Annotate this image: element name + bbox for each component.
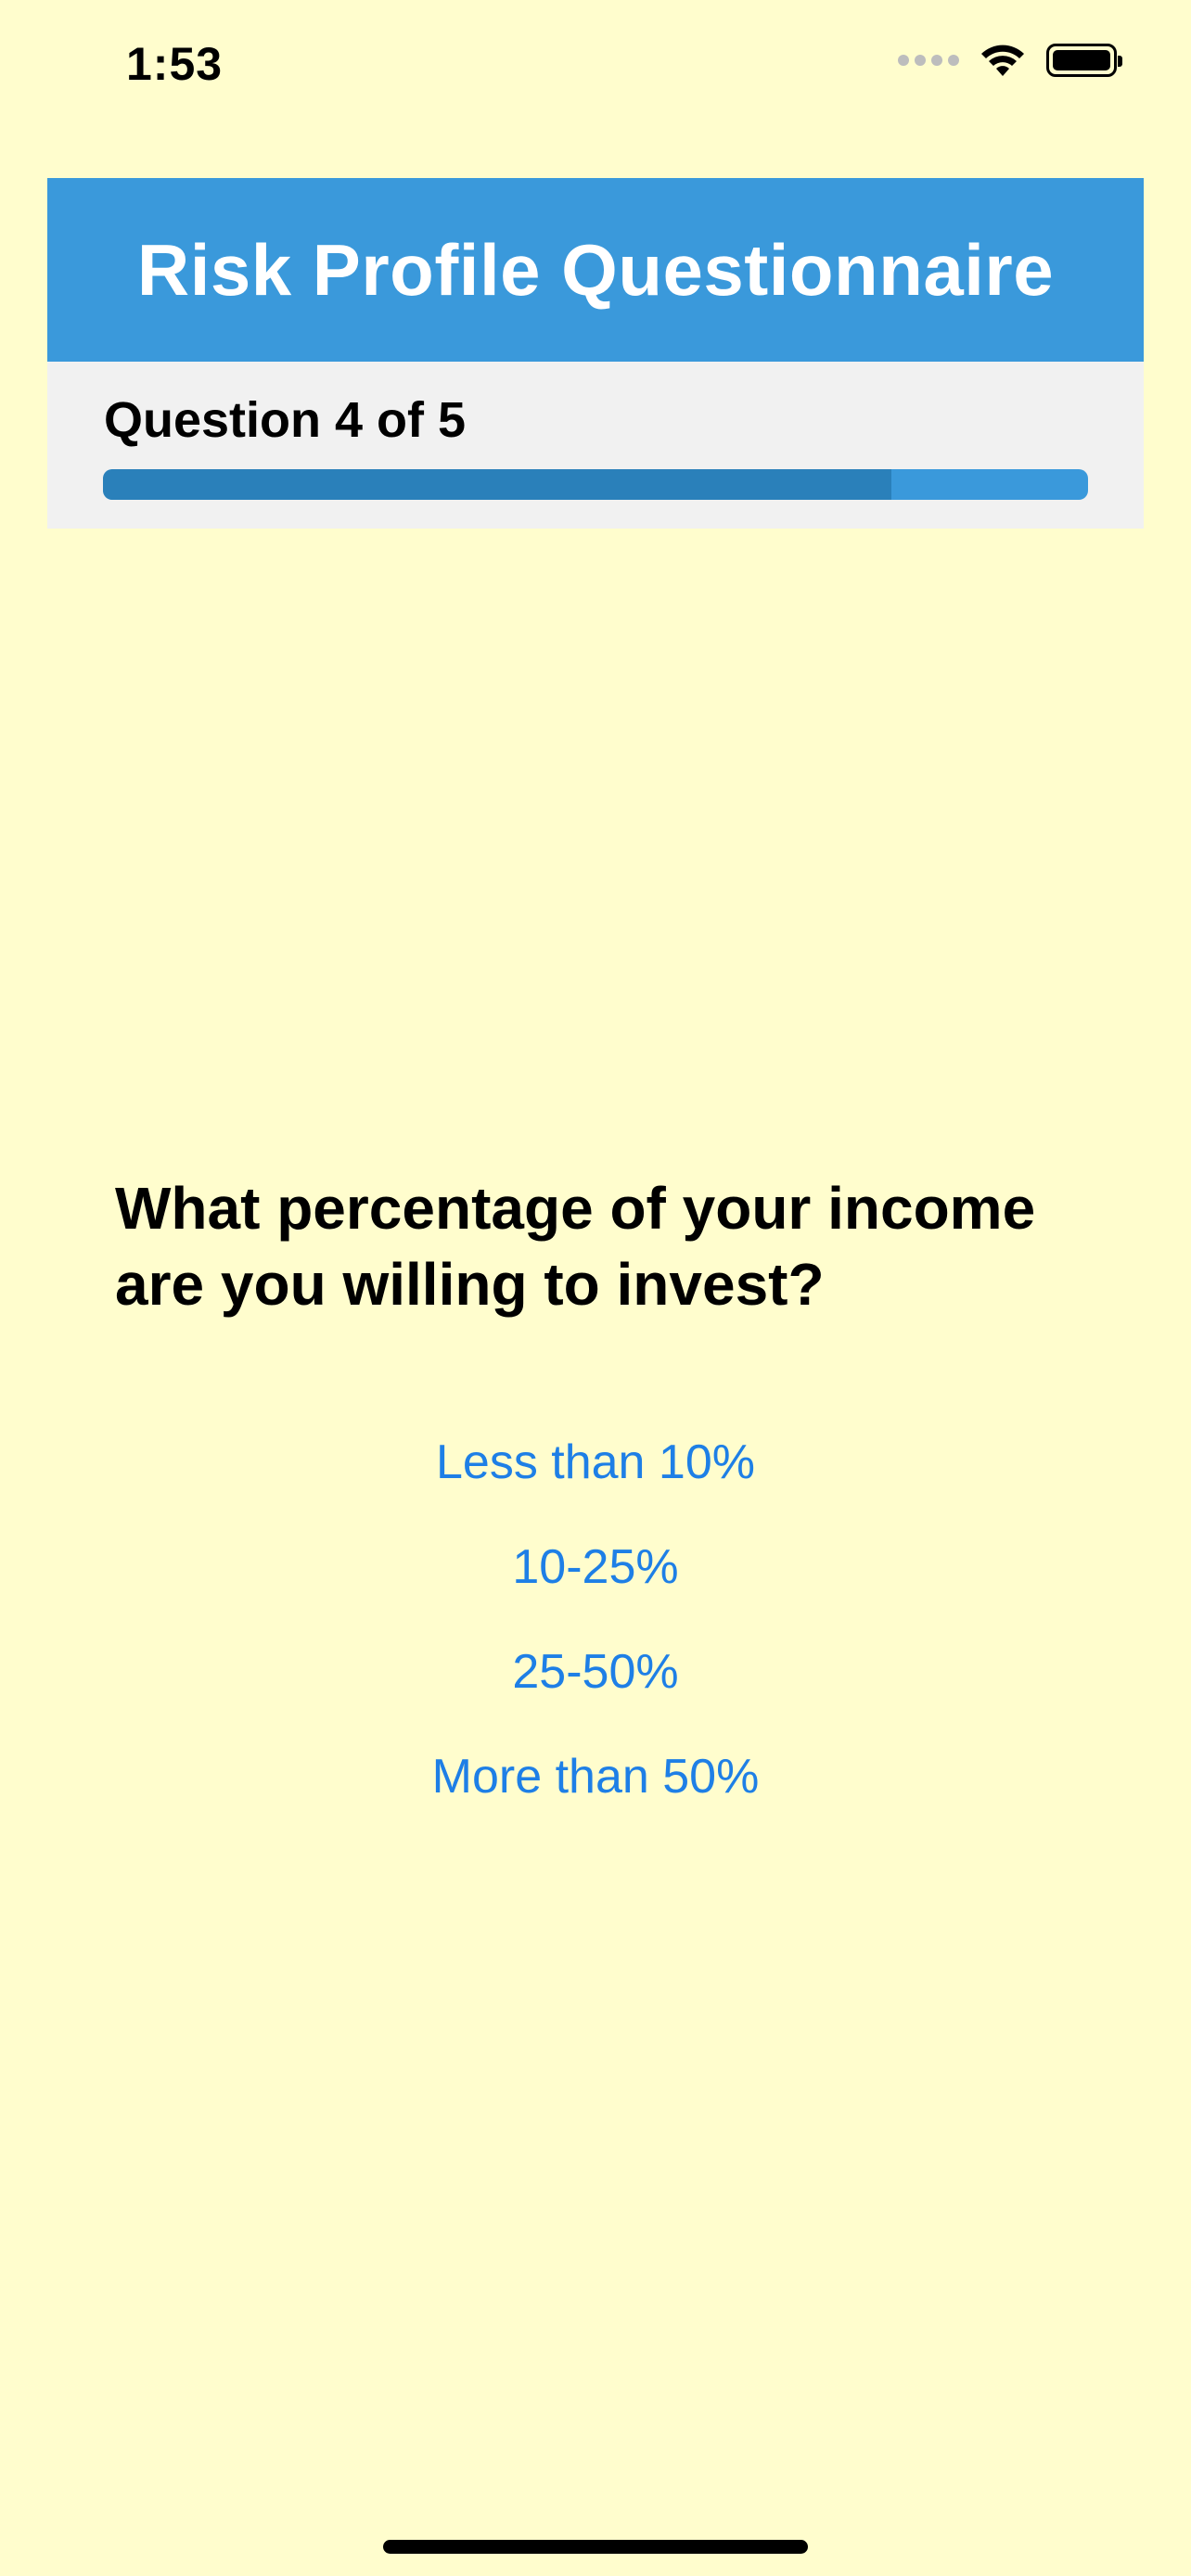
option-button-10-25[interactable]: 10-25%	[512, 1514, 678, 1619]
answer-options: Less than 10% 10-25% 25-50% More than 50…	[0, 1409, 1191, 1829]
status-bar: 1:53	[0, 0, 1191, 139]
progress-section: Question 4 of 5	[47, 362, 1144, 529]
question-text: What percentage of your income are you w…	[115, 1175, 1036, 1318]
home-indicator[interactable]	[383, 2540, 808, 2554]
page-title: Risk Profile Questionnaire	[136, 228, 1055, 311]
header-bar: Risk Profile Questionnaire	[47, 178, 1144, 362]
battery-icon	[1046, 44, 1122, 77]
progress-label: Question 4 of 5	[104, 392, 467, 448]
wifi-icon	[981, 45, 1024, 76]
cellular-signal-icon	[898, 55, 959, 66]
option-button-more-than-50[interactable]: More than 50%	[432, 1724, 760, 1829]
status-icons	[898, 43, 1122, 78]
progress-bar	[103, 469, 1088, 500]
status-time: 1:53	[126, 38, 224, 90]
progress-bar-fill	[103, 469, 891, 500]
option-button-less-than-10[interactable]: Less than 10%	[436, 1409, 755, 1514]
option-button-25-50[interactable]: 25-50%	[512, 1619, 678, 1724]
